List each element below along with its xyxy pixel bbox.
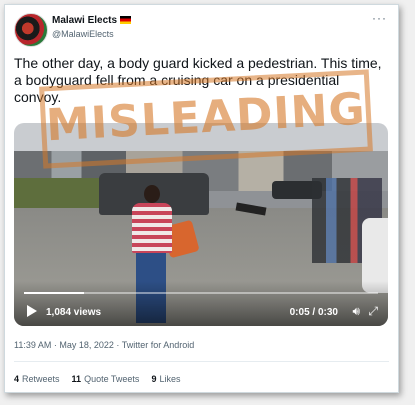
video-progress-fill (24, 292, 85, 294)
quote-tweets-stat[interactable]: 11 Quote Tweets (72, 374, 140, 384)
author-handle[interactable]: @MalawiElects (52, 29, 114, 39)
tweet-timestamp[interactable]: 11:39 AM · May 18, 2022 · Twitter for An… (14, 340, 194, 350)
video-time: 0:05 / 0:30 (289, 307, 338, 318)
likes-stat[interactable]: 9 Likes (151, 374, 180, 384)
video-player[interactable]: 1,084 views 0:05 / 0:30 🔊︎ ⤢ (14, 123, 388, 326)
germany-flag-icon (120, 16, 132, 24)
volume-icon[interactable]: 🔊︎ (352, 304, 360, 319)
more-options-icon[interactable]: ··· (372, 11, 387, 25)
expand-icon[interactable]: ⤢ (368, 304, 378, 319)
video-view-count: 1,084 views (46, 307, 102, 318)
retweets-stat[interactable]: 4 Retweets (14, 374, 60, 384)
tweet-stats: 4 Retweets 11 Quote Tweets 9 Likes (14, 374, 180, 384)
tweet-text: The other day, a body guard kicked a ped… (14, 55, 382, 105)
divider (14, 361, 389, 362)
tweet-card: Malawi Elects @MalawiElects ··· The othe… (4, 4, 399, 393)
play-icon[interactable] (27, 305, 37, 317)
video-progress-bar[interactable] (24, 292, 378, 294)
avatar[interactable] (14, 13, 48, 47)
author-name-text[interactable]: Malawi Elects (52, 15, 117, 26)
author-display-name[interactable]: Malawi Elects (52, 15, 132, 26)
video-controls-shade (14, 281, 388, 326)
